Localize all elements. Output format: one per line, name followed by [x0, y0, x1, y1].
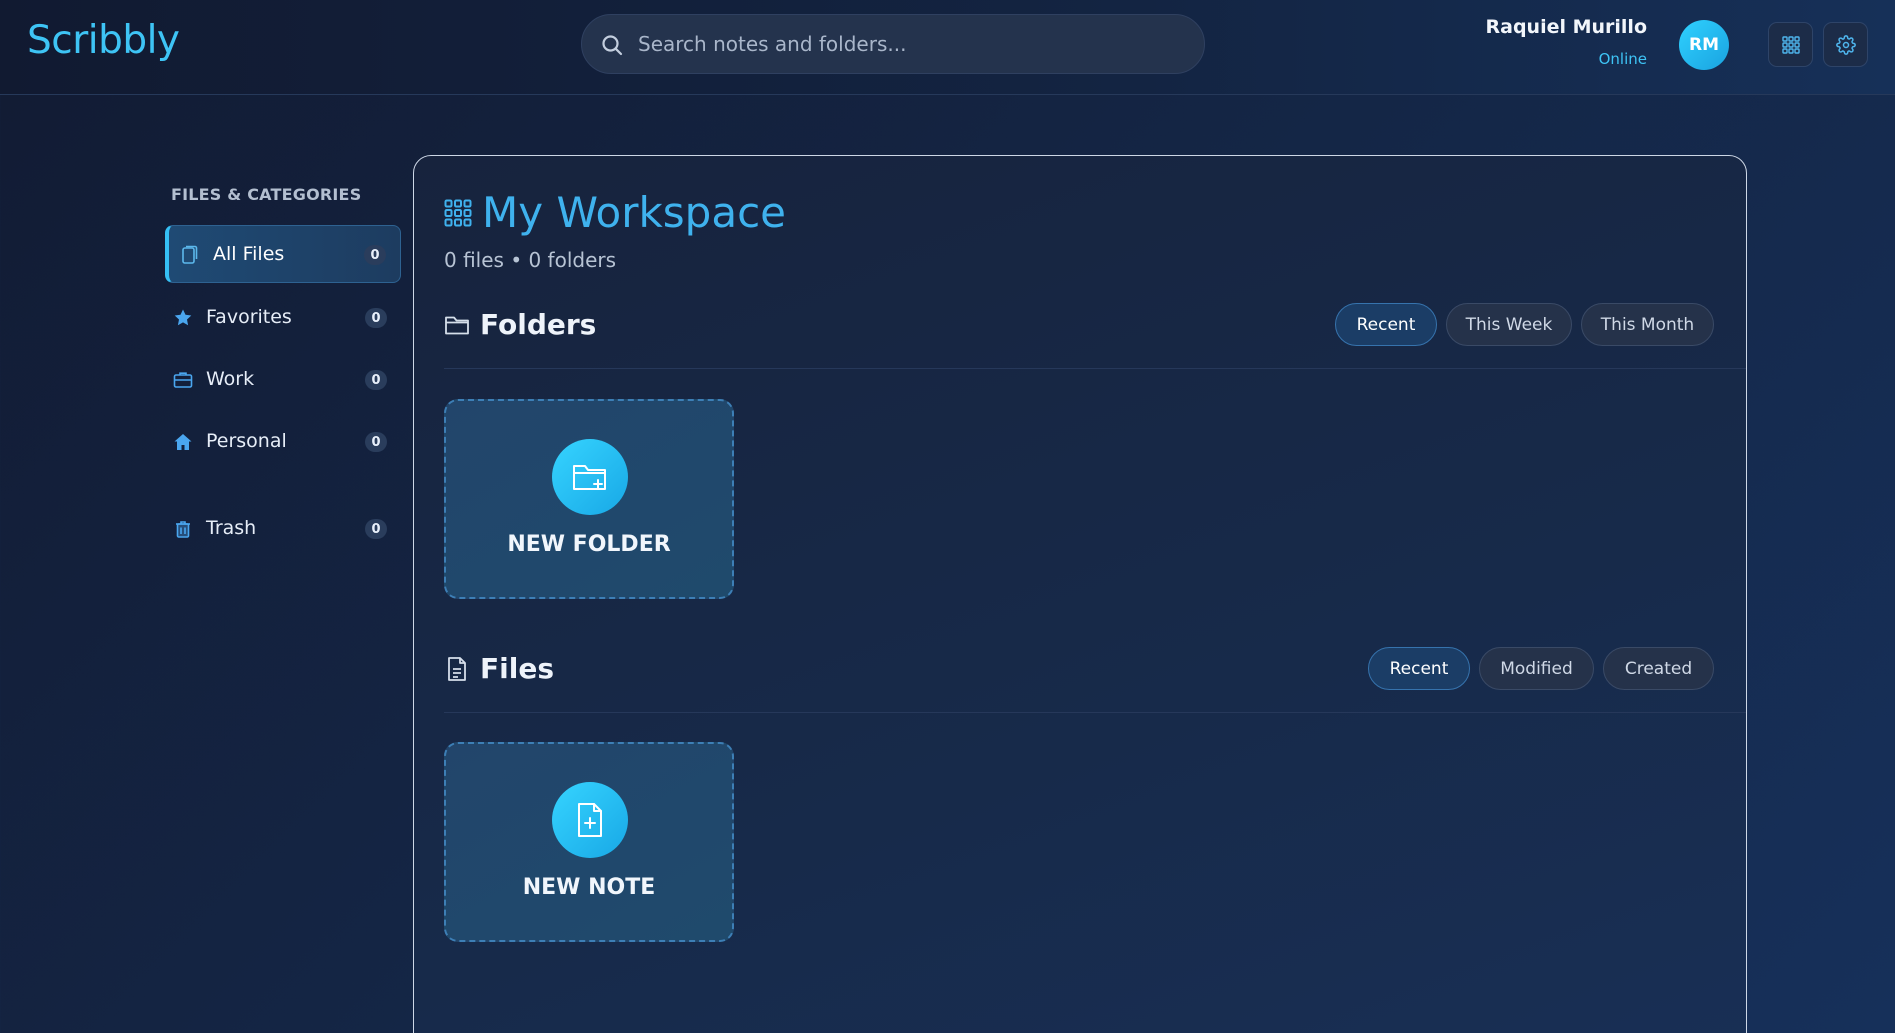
folder-icon	[445, 316, 469, 334]
user-name: Raquiel Murillo	[1485, 16, 1648, 38]
count-badge: 0	[365, 432, 387, 452]
count-badge: 0	[365, 519, 387, 539]
user-status: Online	[1598, 50, 1647, 68]
search-icon	[602, 35, 623, 56]
files-filter-created[interactable]: Created	[1603, 647, 1714, 690]
workspace-panel: My Workspace 0 files • 0 folders Folders…	[413, 155, 1747, 1033]
document-icon	[448, 656, 466, 681]
settings-button[interactable]	[1823, 22, 1868, 67]
folders-filter-this-month[interactable]: This Month	[1581, 303, 1714, 346]
files-section-header: Files	[444, 652, 554, 685]
sidebar-item-trash[interactable]: Trash 0	[165, 500, 401, 558]
folders-section-header: Folders	[444, 308, 596, 341]
file-icon	[182, 245, 198, 264]
sidebar-item-label: Personal	[206, 430, 287, 452]
folder-plus-icon	[573, 465, 606, 490]
sidebar-item-label: Trash	[206, 517, 257, 539]
sidebar-item-label: All Files	[213, 243, 285, 265]
avatar[interactable]: RM	[1679, 20, 1729, 70]
new-note-icon-circle	[552, 782, 628, 858]
page-title: My Workspace	[482, 188, 787, 237]
sidebar-item-label: Work	[206, 368, 255, 390]
folders-section-title: Folders	[480, 308, 597, 341]
sidebar-item-all-files[interactable]: All Files 0	[165, 225, 401, 283]
count-badge: 0	[365, 370, 387, 390]
search-bar[interactable]	[581, 14, 1205, 74]
search-input[interactable]	[638, 15, 1178, 73]
folders-filter-this-week[interactable]: This Week	[1446, 303, 1572, 346]
workspace-header: My Workspace	[444, 188, 786, 237]
files-section-title: Files	[480, 652, 554, 685]
files-filter-modified[interactable]: Modified	[1479, 647, 1594, 690]
count-badge: 0	[364, 245, 386, 265]
section-divider	[444, 368, 1746, 369]
home-icon	[174, 434, 192, 450]
app-logo[interactable]: Scribbly	[27, 18, 180, 63]
count-badge: 0	[365, 308, 387, 328]
briefcase-icon	[173, 372, 193, 388]
new-folder-button[interactable]: NEW FOLDER	[444, 399, 734, 599]
grid-icon	[1781, 35, 1800, 54]
new-folder-icon-circle	[552, 439, 628, 515]
apps-button[interactable]	[1768, 22, 1813, 67]
gear-icon	[1835, 34, 1856, 55]
folders-filter-recent[interactable]: Recent	[1335, 303, 1437, 346]
sidebar-item-personal[interactable]: Personal 0	[165, 413, 401, 471]
grid-icon	[444, 199, 472, 226]
new-folder-label: NEW FOLDER	[507, 532, 671, 557]
trash-icon	[176, 521, 190, 538]
section-divider	[444, 712, 1746, 713]
new-note-button[interactable]: NEW NOTE	[444, 742, 734, 942]
sidebar-item-label: Favorites	[206, 306, 292, 328]
file-plus-icon	[578, 803, 602, 837]
files-filter-recent[interactable]: Recent	[1368, 647, 1470, 690]
sidebar-item-work[interactable]: Work 0	[165, 351, 401, 409]
sidebar-heading: FILES & CATEGORIES	[171, 185, 362, 204]
workspace-stats: 0 files • 0 folders	[444, 248, 617, 272]
sidebar-item-favorites[interactable]: Favorites 0	[165, 289, 401, 347]
top-bar: Scribbly Raquiel Murillo Online RM	[0, 0, 1895, 95]
star-icon	[174, 309, 192, 326]
new-note-label: NEW NOTE	[522, 875, 656, 900]
